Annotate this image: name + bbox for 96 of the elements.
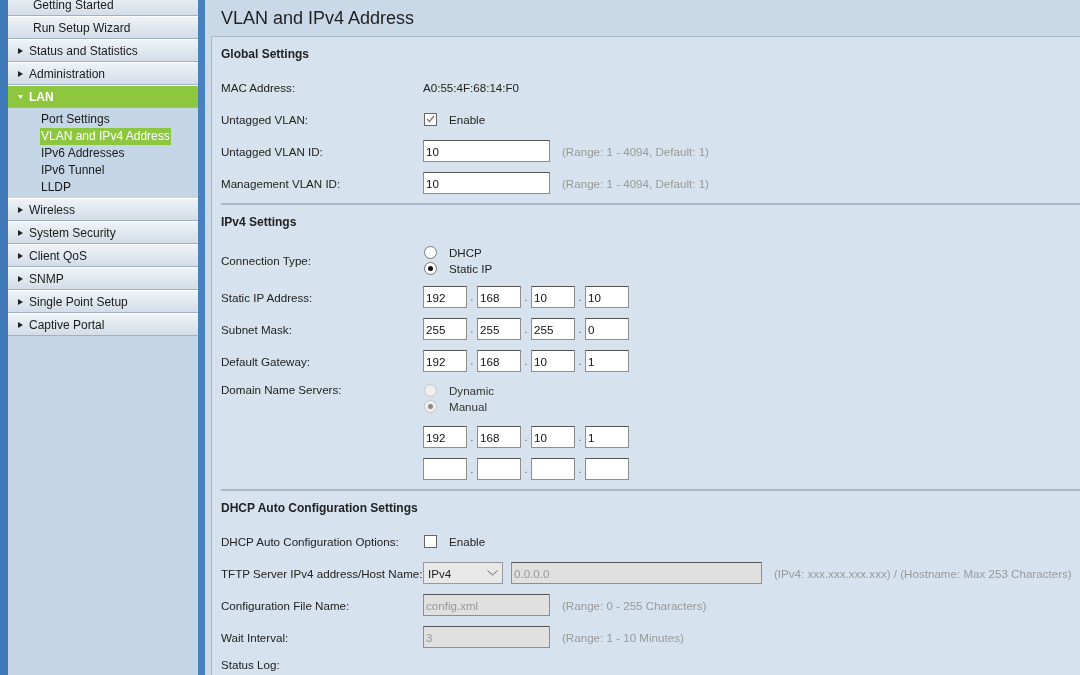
input-field[interactable]: 10 xyxy=(531,286,575,308)
nav-item[interactable]: Captive Portal xyxy=(8,313,198,336)
hint-text: (Range: 1 - 10 Minutes) xyxy=(562,630,684,644)
hint-text: (Range: 1 - 4094, Default: 1) xyxy=(562,144,709,158)
input-field[interactable] xyxy=(531,458,575,480)
octet-separator: . xyxy=(469,323,475,335)
nav-item[interactable]: Wireless xyxy=(8,198,198,221)
input-field[interactable]: 192 xyxy=(423,426,467,448)
caret-down-icon xyxy=(18,93,23,100)
radio-label: Dynamic xyxy=(449,384,495,397)
checkbox[interactable] xyxy=(424,112,437,126)
input-field[interactable]: 192 xyxy=(423,350,467,372)
field-label: MAC Address: xyxy=(221,80,297,94)
field-label: Untagged VLAN: xyxy=(221,112,309,126)
nav-subitem[interactable]: LLDP xyxy=(40,179,73,196)
nav-item[interactable]: Client QoS xyxy=(8,244,198,267)
caret-right-icon xyxy=(18,275,23,282)
caret-right-icon xyxy=(18,229,23,236)
section-title: DHCP Auto Configuration Settings xyxy=(221,501,419,517)
radio-button[interactable] xyxy=(424,246,437,259)
nav-subitem[interactable]: IPv6 Addresses xyxy=(40,145,126,162)
input-field[interactable]: 1 xyxy=(585,426,629,448)
caret-right-icon xyxy=(18,70,23,77)
input-field[interactable]: 168 xyxy=(477,350,521,372)
chevron-down-icon xyxy=(487,570,498,576)
input-field[interactable] xyxy=(477,458,521,480)
nav-item[interactable]: Getting Started xyxy=(8,0,198,16)
radio-label: Static IP xyxy=(449,262,493,275)
checkbox-label: Enable xyxy=(449,112,486,126)
octet-separator: . xyxy=(523,463,529,475)
nav-subitem[interactable]: IPv6 Tunnel xyxy=(40,162,106,179)
input-field[interactable]: 10 xyxy=(585,286,629,308)
nav-item[interactable]: Status and Statistics xyxy=(8,39,198,62)
field-label: Default Gateway: xyxy=(221,354,311,368)
field-label: Subnet Mask: xyxy=(221,322,293,336)
input-field[interactable]: 168 xyxy=(477,426,521,448)
field-label: Management VLAN ID: xyxy=(221,176,342,190)
input-field[interactable]: 255 xyxy=(531,318,575,340)
radio-button[interactable] xyxy=(424,262,437,275)
input-field[interactable]: 192 xyxy=(423,286,467,308)
field-label: Untagged VLAN ID: xyxy=(221,144,324,158)
input-field[interactable] xyxy=(585,458,629,480)
caret-right-icon xyxy=(18,252,23,259)
octet-separator: . xyxy=(469,291,475,303)
field-label: Domain Name Servers: xyxy=(221,383,343,396)
octet-separator: . xyxy=(523,323,529,335)
radio-label: DHCP xyxy=(449,246,482,259)
field-label: Status Log: xyxy=(221,657,281,671)
hint-text: (Range: 1 - 4094, Default: 1) xyxy=(562,176,709,190)
caret-right-icon xyxy=(18,47,23,54)
caret-right-icon xyxy=(18,321,23,328)
input-field[interactable]: 0 xyxy=(585,318,629,340)
nav-item[interactable]: Single Point Setup xyxy=(8,290,198,313)
octet-separator: . xyxy=(577,291,583,303)
octet-separator: . xyxy=(523,431,529,443)
hint-text: (Range: 0 - 255 Characters) xyxy=(562,598,707,612)
caret-right-icon xyxy=(18,298,23,305)
octet-separator: . xyxy=(469,355,475,367)
field-label: TFTP Server IPv4 address/Host Name: xyxy=(221,566,423,580)
octet-separator: . xyxy=(577,355,583,367)
octet-separator: . xyxy=(577,463,583,475)
input-field[interactable]: 255 xyxy=(423,318,467,340)
section-title: Global Settings xyxy=(221,47,310,63)
octet-separator: . xyxy=(577,323,583,335)
field-label: DHCP Auto Configuration Options: xyxy=(221,534,400,548)
nav-subitem[interactable]: Port Settings xyxy=(40,111,111,128)
nav-item[interactable]: SNMP xyxy=(8,267,198,290)
caret-right-icon xyxy=(18,206,23,213)
octet-separator: . xyxy=(523,355,529,367)
octet-separator: . xyxy=(523,291,529,303)
checkbox[interactable] xyxy=(424,534,437,548)
checkmark-icon xyxy=(426,115,435,123)
input-field[interactable]: 1 xyxy=(585,350,629,372)
checkbox-label: Enable xyxy=(449,534,486,548)
field-label: Configuration File Name: xyxy=(221,598,351,612)
input-field[interactable]: 10 xyxy=(531,426,575,448)
nav-item[interactable]: Run Setup Wizard xyxy=(8,16,198,39)
hint-text: (IPv4: xxx.xxx.xxx.xxx) / (Hostname: Max 253 Characters) xyxy=(774,566,1072,580)
field-label: Wait Interval: xyxy=(221,630,290,644)
input-field[interactable] xyxy=(423,458,467,480)
octet-separator: . xyxy=(469,431,475,443)
section-title: IPv4 Settings xyxy=(221,215,298,231)
page-title: VLAN and IPv4 Address xyxy=(220,7,416,30)
octet-separator: . xyxy=(469,463,475,475)
octet-separator: . xyxy=(577,431,583,443)
input-field[interactable]: 10 xyxy=(423,140,550,162)
field-label: Static IP Address: xyxy=(221,290,314,304)
radio-label: Manual xyxy=(449,400,488,413)
input-field[interactable]: 10 xyxy=(531,350,575,372)
input-field[interactable]: 255 xyxy=(477,318,521,340)
input-field[interactable]: 168 xyxy=(477,286,521,308)
nav-item[interactable]: Administration xyxy=(8,62,198,85)
field-value: A0:55:4F:68:14:F0 xyxy=(423,80,520,94)
field-label: Connection Type: xyxy=(221,253,313,267)
input-field[interactable]: 10 xyxy=(423,172,550,194)
nav-item[interactable]: System Security xyxy=(8,221,198,244)
